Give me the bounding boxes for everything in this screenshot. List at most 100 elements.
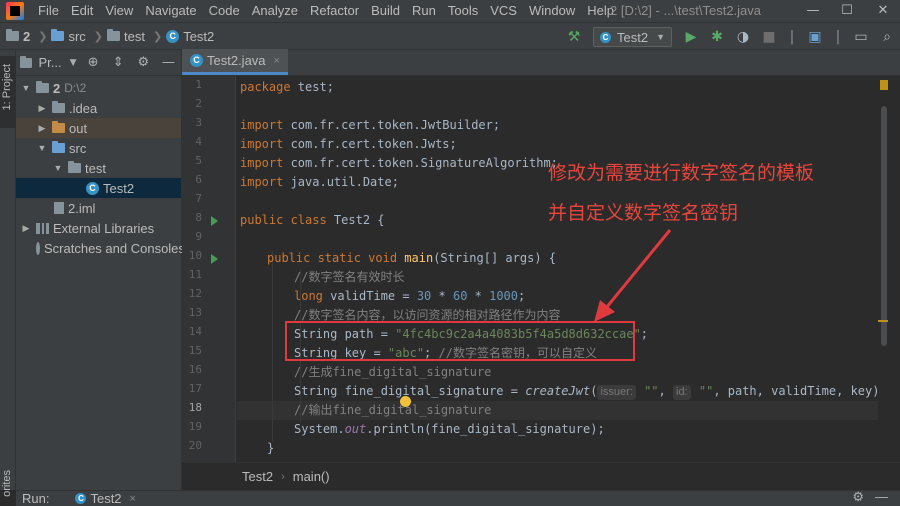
tree-item-label: Test2 bbox=[103, 180, 135, 196]
menu-analyze[interactable]: Analyze bbox=[246, 0, 304, 22]
run-tab-test2[interactable]: C Test2 × bbox=[75, 491, 136, 506]
chevron-down-icon[interactable]: ▼ bbox=[36, 143, 48, 153]
editor-scrollbar[interactable] bbox=[878, 76, 890, 462]
nav-crumb-test[interactable]: test bbox=[107, 29, 145, 44]
run-configuration-select[interactable]: C Test2 ▼ bbox=[593, 27, 672, 47]
menu-vcs[interactable]: VCS bbox=[484, 0, 523, 22]
left-tool-stripe: 1: Project bbox=[0, 50, 16, 490]
warning-stripe-mark[interactable] bbox=[878, 320, 888, 322]
project-tool-tab[interactable]: 1: Project bbox=[0, 56, 16, 128]
line-number: 14 bbox=[188, 325, 202, 338]
editor-tab-label: Test2.java bbox=[207, 53, 266, 68]
tree-item-src[interactable]: ▼ src bbox=[16, 138, 181, 158]
maximize-button[interactable]: ☐ bbox=[834, 0, 860, 22]
tree-item-test[interactable]: ▼ test bbox=[16, 158, 181, 178]
tree-item-label: .idea bbox=[69, 100, 98, 116]
search-everywhere-icon[interactable]: ⌕ bbox=[876, 26, 898, 48]
tree-item-project-root[interactable]: ▼ 2 D:\2 bbox=[16, 78, 181, 98]
package-folder-icon bbox=[68, 161, 81, 173]
scroll-thumb[interactable] bbox=[881, 106, 887, 346]
chevron-down-icon[interactable]: ▼ bbox=[20, 83, 32, 93]
menu-edit[interactable]: Edit bbox=[65, 0, 99, 22]
folder-icon bbox=[52, 101, 65, 113]
line-number: 9 bbox=[195, 230, 202, 243]
gear-icon[interactable]: ⚙ bbox=[134, 53, 153, 73]
tree-item-scratches[interactable]: Scratches and Consoles bbox=[16, 238, 185, 258]
collapse-all-icon[interactable]: ⇕ bbox=[109, 53, 128, 73]
chevron-right-icon[interactable]: ▶ bbox=[36, 103, 48, 114]
tree-item-test2[interactable]: C Test2 bbox=[16, 178, 181, 198]
project-view-selector[interactable]: Pr... bbox=[38, 55, 61, 70]
warning-indicator-icon[interactable] bbox=[880, 80, 888, 90]
run-icon[interactable]: ▶ bbox=[680, 26, 702, 48]
build-hammer-icon[interactable]: ⚒ bbox=[563, 26, 585, 48]
menu-view[interactable]: View bbox=[99, 0, 139, 22]
hide-panel-icon[interactable]: — bbox=[159, 53, 178, 73]
annotation-text-line-1: 修改为需要进行数字签名的模板 bbox=[548, 162, 815, 184]
tree-item-external-libraries[interactable]: ▶ External Libraries bbox=[16, 218, 181, 238]
nav-crumb-project[interactable]: 2 bbox=[6, 29, 30, 44]
minimize-button[interactable]: — bbox=[800, 0, 826, 22]
chevron-down-icon[interactable]: ▼ bbox=[52, 163, 64, 173]
debug-bug-icon[interactable]: ✱ bbox=[706, 26, 728, 48]
close-window-button[interactable]: ✕ bbox=[870, 0, 896, 22]
annotation-highlight-box bbox=[285, 321, 635, 361]
tree-item-iml[interactable]: 2.iml bbox=[16, 198, 181, 218]
hide-panel-icon[interactable]: — bbox=[875, 489, 888, 504]
tree-item-label: out bbox=[69, 120, 88, 136]
menu-file[interactable]: File bbox=[32, 0, 65, 22]
line-number: 13 bbox=[188, 306, 202, 319]
code-line-4: import com.fr.cert.token.Jwts; bbox=[240, 137, 457, 151]
package-folder-icon bbox=[107, 29, 121, 41]
line-number: 6 bbox=[195, 173, 202, 186]
editor-tab-test2-java[interactable]: C Test2.java × bbox=[182, 49, 288, 75]
menu-build[interactable]: Build bbox=[365, 0, 406, 22]
favorites-tool-tab[interactable]: orites bbox=[1, 470, 13, 497]
indent-guide bbox=[272, 251, 273, 441]
menu-code[interactable]: Code bbox=[203, 0, 246, 22]
menu-refactor[interactable]: Refactor bbox=[304, 0, 365, 22]
project-structure-icon[interactable]: ▣ bbox=[804, 26, 826, 48]
terminal-icon[interactable]: ▭ bbox=[850, 26, 872, 48]
tree-item-label: test bbox=[85, 160, 106, 176]
intention-bulb-icon[interactable] bbox=[400, 396, 411, 407]
line-number: 4 bbox=[195, 135, 202, 148]
line-number: 2 bbox=[195, 97, 202, 110]
run-class-icon[interactable] bbox=[211, 216, 218, 226]
nav-crumb-src[interactable]: src bbox=[51, 29, 86, 44]
menu-tools[interactable]: Tools bbox=[442, 0, 484, 22]
tree-item-idea[interactable]: ▶ .idea bbox=[16, 98, 181, 118]
close-tab-icon[interactable]: × bbox=[274, 55, 280, 67]
tree-item-label: 2.iml bbox=[68, 200, 96, 216]
code-line-5: import com.fr.cert.token.SignatureAlgori… bbox=[240, 156, 558, 170]
coverage-icon[interactable]: ◑ bbox=[732, 26, 754, 48]
editor-gutter: 1 2 3 4 5 6 7 8 9 10 11 12 13 14 15 16 1… bbox=[182, 76, 236, 462]
code-line-12: long validTime = 30 * 60 * 1000; bbox=[294, 289, 526, 303]
menu-navigate[interactable]: Navigate bbox=[139, 0, 202, 22]
editor-breadcrumb: Test2 › main() bbox=[182, 462, 900, 490]
line-number: 11 bbox=[188, 268, 202, 281]
editor-tab-strip: C Test2.java × bbox=[182, 49, 900, 76]
gear-icon[interactable]: ⚙ bbox=[852, 489, 864, 505]
code-area[interactable]: package test; import com.fr.cert.token.J… bbox=[237, 76, 887, 462]
menu-run[interactable]: Run bbox=[406, 0, 442, 22]
locate-target-icon[interactable]: ⊕ bbox=[83, 53, 102, 73]
run-main-icon[interactable] bbox=[211, 254, 218, 264]
close-tab-icon[interactable]: × bbox=[130, 493, 136, 505]
breadcrumb-method[interactable]: main() bbox=[293, 469, 330, 484]
project-panel: Pr... ▼ ⊕ ⇕ ⚙ — ▼ 2 D:\2 ▶ .idea ▶ out ▼… bbox=[16, 50, 185, 490]
line-number: 15 bbox=[188, 344, 202, 357]
chevron-right-icon[interactable]: ▶ bbox=[20, 223, 32, 234]
nav-crumb-test2[interactable]: C Test2 bbox=[166, 29, 214, 44]
menu-window[interactable]: Window bbox=[523, 0, 581, 22]
java-class-icon: C bbox=[75, 493, 87, 504]
chevron-down-icon[interactable]: ▼ bbox=[70, 58, 77, 68]
toolbar-separator: | bbox=[835, 29, 841, 45]
chevron-right-icon[interactable]: ▶ bbox=[36, 123, 48, 134]
stop-icon[interactable]: ■ bbox=[758, 26, 780, 48]
scratches-icon bbox=[36, 241, 40, 255]
breadcrumb-class[interactable]: Test2 bbox=[242, 469, 273, 484]
run-tool-window-header: Run: C Test2 × ⚙ — bbox=[16, 489, 900, 506]
project-tool-tab-label: 1: Project bbox=[1, 64, 13, 111]
tree-item-out[interactable]: ▶ out bbox=[16, 118, 181, 138]
